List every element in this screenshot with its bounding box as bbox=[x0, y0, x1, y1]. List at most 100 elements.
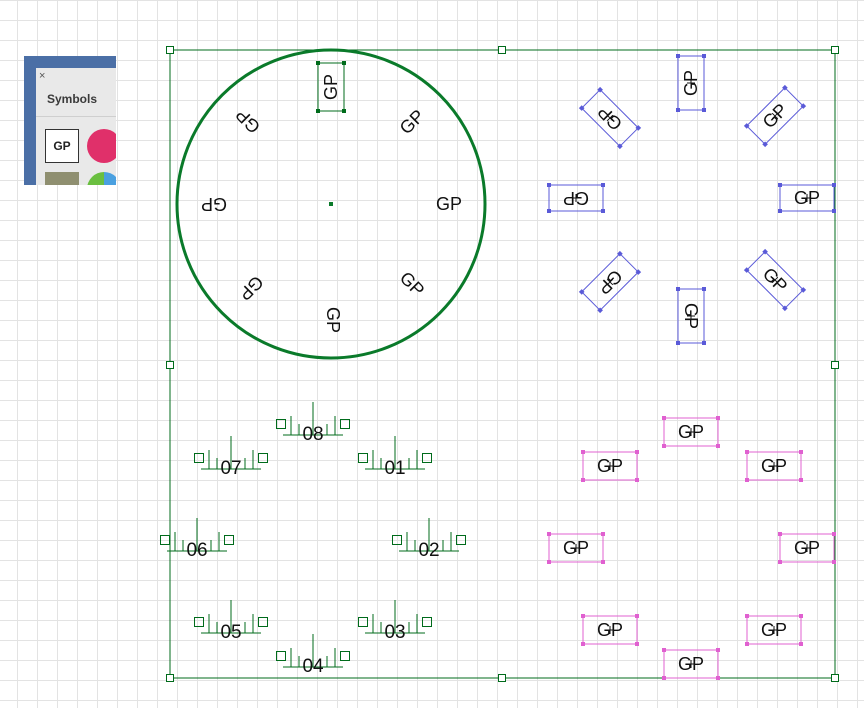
rotated-gp-symbol[interactable]: GP bbox=[578, 86, 642, 150]
resize-handle[interactable] bbox=[276, 651, 286, 661]
resize-handle[interactable] bbox=[194, 617, 204, 627]
selection-corner[interactable] bbox=[662, 444, 666, 448]
close-icon[interactable]: × bbox=[39, 69, 45, 83]
selection-corner[interactable] bbox=[716, 648, 720, 652]
rotated-gp-group[interactable]: GP GP GP GP GP GP GP GP bbox=[547, 54, 836, 345]
selection-corner[interactable] bbox=[745, 478, 749, 482]
resize-handle[interactable] bbox=[166, 46, 174, 54]
selection-corner[interactable] bbox=[778, 183, 782, 187]
selection-corner[interactable] bbox=[745, 450, 749, 454]
selection-corner[interactable] bbox=[799, 450, 803, 454]
radial-gp-label[interactable]: GP bbox=[232, 105, 265, 138]
tick-mark-symbol[interactable]: 03 bbox=[358, 600, 432, 643]
selection-corner[interactable] bbox=[316, 61, 320, 65]
selection-corner[interactable] bbox=[778, 532, 782, 536]
resize-handle[interactable] bbox=[258, 617, 268, 627]
selection-corner[interactable] bbox=[601, 183, 605, 187]
selection-corner[interactable] bbox=[676, 54, 680, 58]
resize-handle[interactable] bbox=[194, 453, 204, 463]
resize-handle[interactable] bbox=[498, 674, 506, 682]
selection-corner[interactable] bbox=[635, 450, 639, 454]
rotated-gp-symbol[interactable]: GP bbox=[743, 84, 807, 148]
rotated-gp-symbol[interactable]: GP bbox=[578, 250, 642, 314]
symbols-panel[interactable]: × Symbols GP bbox=[24, 56, 116, 185]
selection-corner[interactable] bbox=[547, 183, 551, 187]
radial-gp-label[interactable]: GP bbox=[201, 194, 227, 214]
resize-handle[interactable] bbox=[276, 419, 286, 429]
radial-gp-label[interactable]: GP bbox=[316, 61, 346, 113]
pie-symbol-tile[interactable] bbox=[87, 172, 116, 185]
resize-handle[interactable] bbox=[392, 535, 402, 545]
gp-symbol[interactable]: GP bbox=[581, 450, 639, 482]
tick-mark-symbol[interactable]: 01 bbox=[358, 436, 432, 479]
selection-corner[interactable] bbox=[799, 614, 803, 618]
tick-mark-symbol[interactable]: 06 bbox=[160, 518, 234, 561]
resize-handle[interactable] bbox=[224, 535, 234, 545]
tick-mark-symbol[interactable]: 05 bbox=[194, 600, 268, 643]
resize-handle[interactable] bbox=[340, 419, 350, 429]
olive-square-symbol-tile[interactable] bbox=[45, 172, 79, 185]
resize-handle[interactable] bbox=[831, 361, 839, 369]
selection-corner[interactable] bbox=[702, 341, 706, 345]
selection-corner[interactable] bbox=[716, 676, 720, 680]
selection-corner[interactable] bbox=[676, 287, 680, 291]
selection-corner[interactable] bbox=[702, 287, 706, 291]
resize-handle[interactable] bbox=[160, 535, 170, 545]
selection-corner[interactable] bbox=[832, 183, 836, 187]
selection-corner[interactable] bbox=[832, 560, 836, 564]
rotated-gp-symbol[interactable]: GP bbox=[778, 183, 836, 213]
selection-corner[interactable] bbox=[745, 614, 749, 618]
selection-corner[interactable] bbox=[635, 614, 639, 618]
rotated-gp-symbol[interactable]: GP bbox=[676, 54, 706, 112]
selection-corner[interactable] bbox=[547, 209, 551, 213]
selection-corner[interactable] bbox=[547, 560, 551, 564]
selection-corner[interactable] bbox=[601, 209, 605, 213]
gp-symbol[interactable]: GP bbox=[662, 416, 720, 448]
rotated-gp-symbol[interactable]: GP bbox=[743, 248, 807, 312]
resize-handle[interactable] bbox=[258, 453, 268, 463]
selection-corner[interactable] bbox=[601, 532, 605, 536]
radial-gp-label[interactable]: GP bbox=[323, 307, 343, 333]
selection-corner[interactable] bbox=[547, 532, 551, 536]
radial-gp-label[interactable]: GP bbox=[235, 272, 268, 305]
gp-symbol[interactable]: GP bbox=[662, 648, 720, 680]
resize-handle[interactable] bbox=[498, 46, 506, 54]
resize-handle[interactable] bbox=[831, 674, 839, 682]
tick-mark-symbol[interactable]: 02 bbox=[392, 518, 466, 561]
selection-corner[interactable] bbox=[342, 109, 346, 113]
resize-handle[interactable] bbox=[422, 617, 432, 627]
tick-label-group[interactable]: 01 02 03 04 05 06 07 08 bbox=[160, 402, 466, 677]
pink-circle-symbol-tile[interactable] bbox=[87, 129, 116, 163]
selection-corner[interactable] bbox=[716, 416, 720, 420]
selection-corner[interactable] bbox=[316, 109, 320, 113]
resize-handle[interactable] bbox=[166, 361, 174, 369]
selection-corner[interactable] bbox=[581, 642, 585, 646]
selection-corner[interactable] bbox=[601, 560, 605, 564]
drawing-canvas[interactable]: GPGPGPGPGPGPGPGP GPGPGPGPGPGPGPGP GPGPGP… bbox=[0, 0, 864, 708]
selection-corner[interactable] bbox=[702, 54, 706, 58]
selection-corner[interactable] bbox=[676, 108, 680, 112]
tick-mark-symbol[interactable]: 08 bbox=[276, 402, 350, 445]
selection-corner[interactable] bbox=[716, 444, 720, 448]
gp-symbol[interactable]: GP bbox=[581, 614, 639, 646]
selection-corner[interactable] bbox=[832, 209, 836, 213]
selection-corner[interactable] bbox=[832, 532, 836, 536]
selection-corner[interactable] bbox=[799, 478, 803, 482]
gp-symbol[interactable]: GP bbox=[547, 532, 605, 564]
rotated-gp-symbol[interactable]: GP bbox=[547, 183, 605, 213]
selection-corner[interactable] bbox=[778, 560, 782, 564]
selection-corner[interactable] bbox=[342, 61, 346, 65]
radial-gp-label[interactable]: GP bbox=[396, 106, 429, 139]
tick-mark-symbol[interactable]: 07 bbox=[194, 436, 268, 479]
selection-corner[interactable] bbox=[662, 648, 666, 652]
resize-handle[interactable] bbox=[831, 46, 839, 54]
rotated-gp-symbol[interactable]: GP bbox=[676, 287, 706, 345]
selection-corner[interactable] bbox=[676, 341, 680, 345]
resize-handle[interactable] bbox=[422, 453, 432, 463]
selection-corner[interactable] bbox=[635, 478, 639, 482]
selection-corner[interactable] bbox=[799, 642, 803, 646]
gp-symbol[interactable]: GP bbox=[778, 532, 836, 564]
radial-gp-label[interactable]: GP bbox=[396, 268, 429, 301]
selection-frame[interactable] bbox=[166, 46, 839, 682]
selection-corner[interactable] bbox=[702, 108, 706, 112]
